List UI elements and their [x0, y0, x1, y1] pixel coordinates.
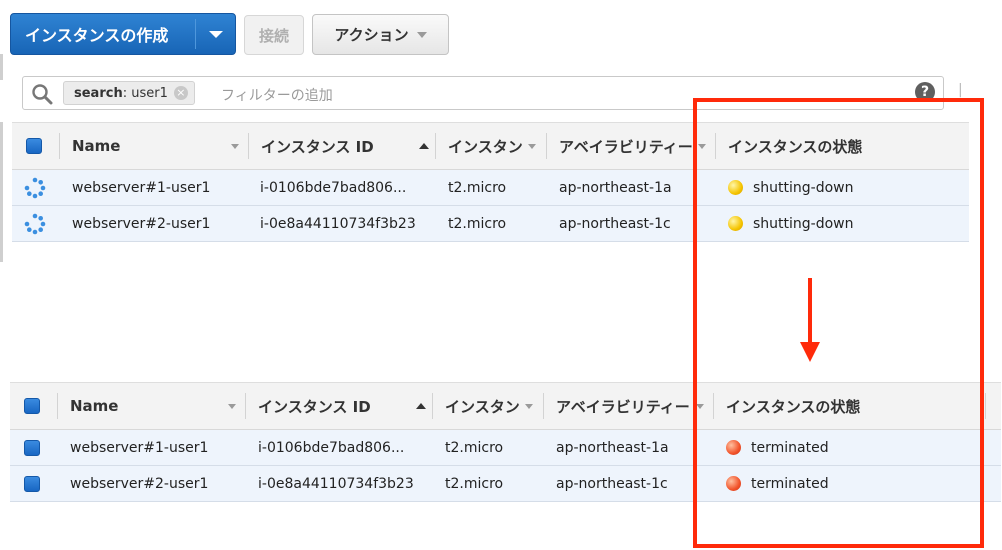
row-checkbox[interactable] — [24, 430, 40, 465]
left-edge-divider — [0, 122, 3, 262]
availability-zone: ap-northeast-1c — [556, 475, 668, 492]
col-availability-zone[interactable]: アベイラビリティー — [559, 123, 693, 169]
remove-filter-icon[interactable]: × — [173, 86, 188, 100]
search-icon — [31, 83, 53, 105]
col-name[interactable]: Name — [70, 383, 118, 429]
caret-down-icon — [208, 30, 223, 38]
instance-name: webserver#2-user1 — [70, 475, 209, 492]
sort-icon[interactable] — [228, 404, 236, 409]
create-instance-button[interactable]: インスタンスの作成 — [10, 13, 236, 55]
instance-id: i-0106bde7bad806... — [258, 439, 405, 456]
sort-asc-icon[interactable] — [416, 403, 426, 409]
filter-token[interactable]: search: user1 × — [63, 81, 195, 105]
annotation-highlight-box — [693, 98, 984, 548]
filter-token-key: search — [74, 85, 123, 101]
instance-name: webserver#1-user1 — [70, 439, 209, 456]
select-all-checkbox[interactable] — [26, 123, 42, 169]
instance-name: webserver#1-user1 — [72, 179, 211, 196]
connect-label: 接続 — [258, 26, 289, 45]
sort-icon[interactable] — [231, 144, 239, 149]
instance-type: t2.micro — [448, 215, 507, 232]
sort-icon[interactable] — [528, 144, 536, 149]
instance-type: t2.micro — [448, 179, 507, 196]
col-instance-type[interactable]: インスタン — [448, 123, 523, 169]
col-instance-id[interactable]: インスタンス ID — [258, 383, 371, 429]
availability-zone: ap-northeast-1c — [559, 215, 671, 232]
connect-button[interactable]: 接続 — [244, 15, 304, 55]
select-all-checkbox[interactable] — [24, 383, 40, 429]
instance-id: i-0e8a44110734f3b23 — [258, 475, 414, 492]
instance-id: i-0106bde7bad806... — [260, 179, 407, 196]
instance-type: t2.micro — [445, 439, 504, 456]
availability-zone: ap-northeast-1a — [559, 179, 672, 196]
col-name[interactable]: Name — [72, 123, 120, 169]
sort-asc-icon[interactable] — [419, 143, 429, 149]
create-dropdown-toggle[interactable] — [196, 30, 235, 38]
col-instance-id[interactable]: インスタンス ID — [261, 123, 374, 169]
instance-id: i-0e8a44110734f3b23 — [260, 215, 416, 232]
filter-token-value: : user1 — [122, 85, 168, 101]
pager-edge: | — [958, 82, 963, 98]
instance-type: t2.micro — [445, 475, 504, 492]
create-instance-label: インスタンスの作成 — [25, 26, 169, 45]
chevron-down-icon — [416, 31, 427, 38]
instance-name: webserver#2-user1 — [72, 215, 211, 232]
add-filter-placeholder[interactable]: フィルターの追加 — [221, 85, 333, 105]
loading-spinner-icon — [24, 170, 46, 205]
loading-spinner-icon — [24, 206, 46, 241]
actions-button[interactable]: アクション — [312, 14, 449, 55]
row-checkbox[interactable] — [24, 466, 40, 501]
actions-label: アクション — [334, 26, 409, 44]
sort-icon[interactable] — [525, 404, 533, 409]
left-edge-divider — [0, 54, 3, 80]
availability-zone: ap-northeast-1a — [556, 439, 669, 456]
col-availability-zone[interactable]: アベイラビリティー — [556, 383, 690, 429]
annotation-arrow-down-icon — [800, 278, 820, 362]
col-instance-type[interactable]: インスタン — [445, 383, 520, 429]
